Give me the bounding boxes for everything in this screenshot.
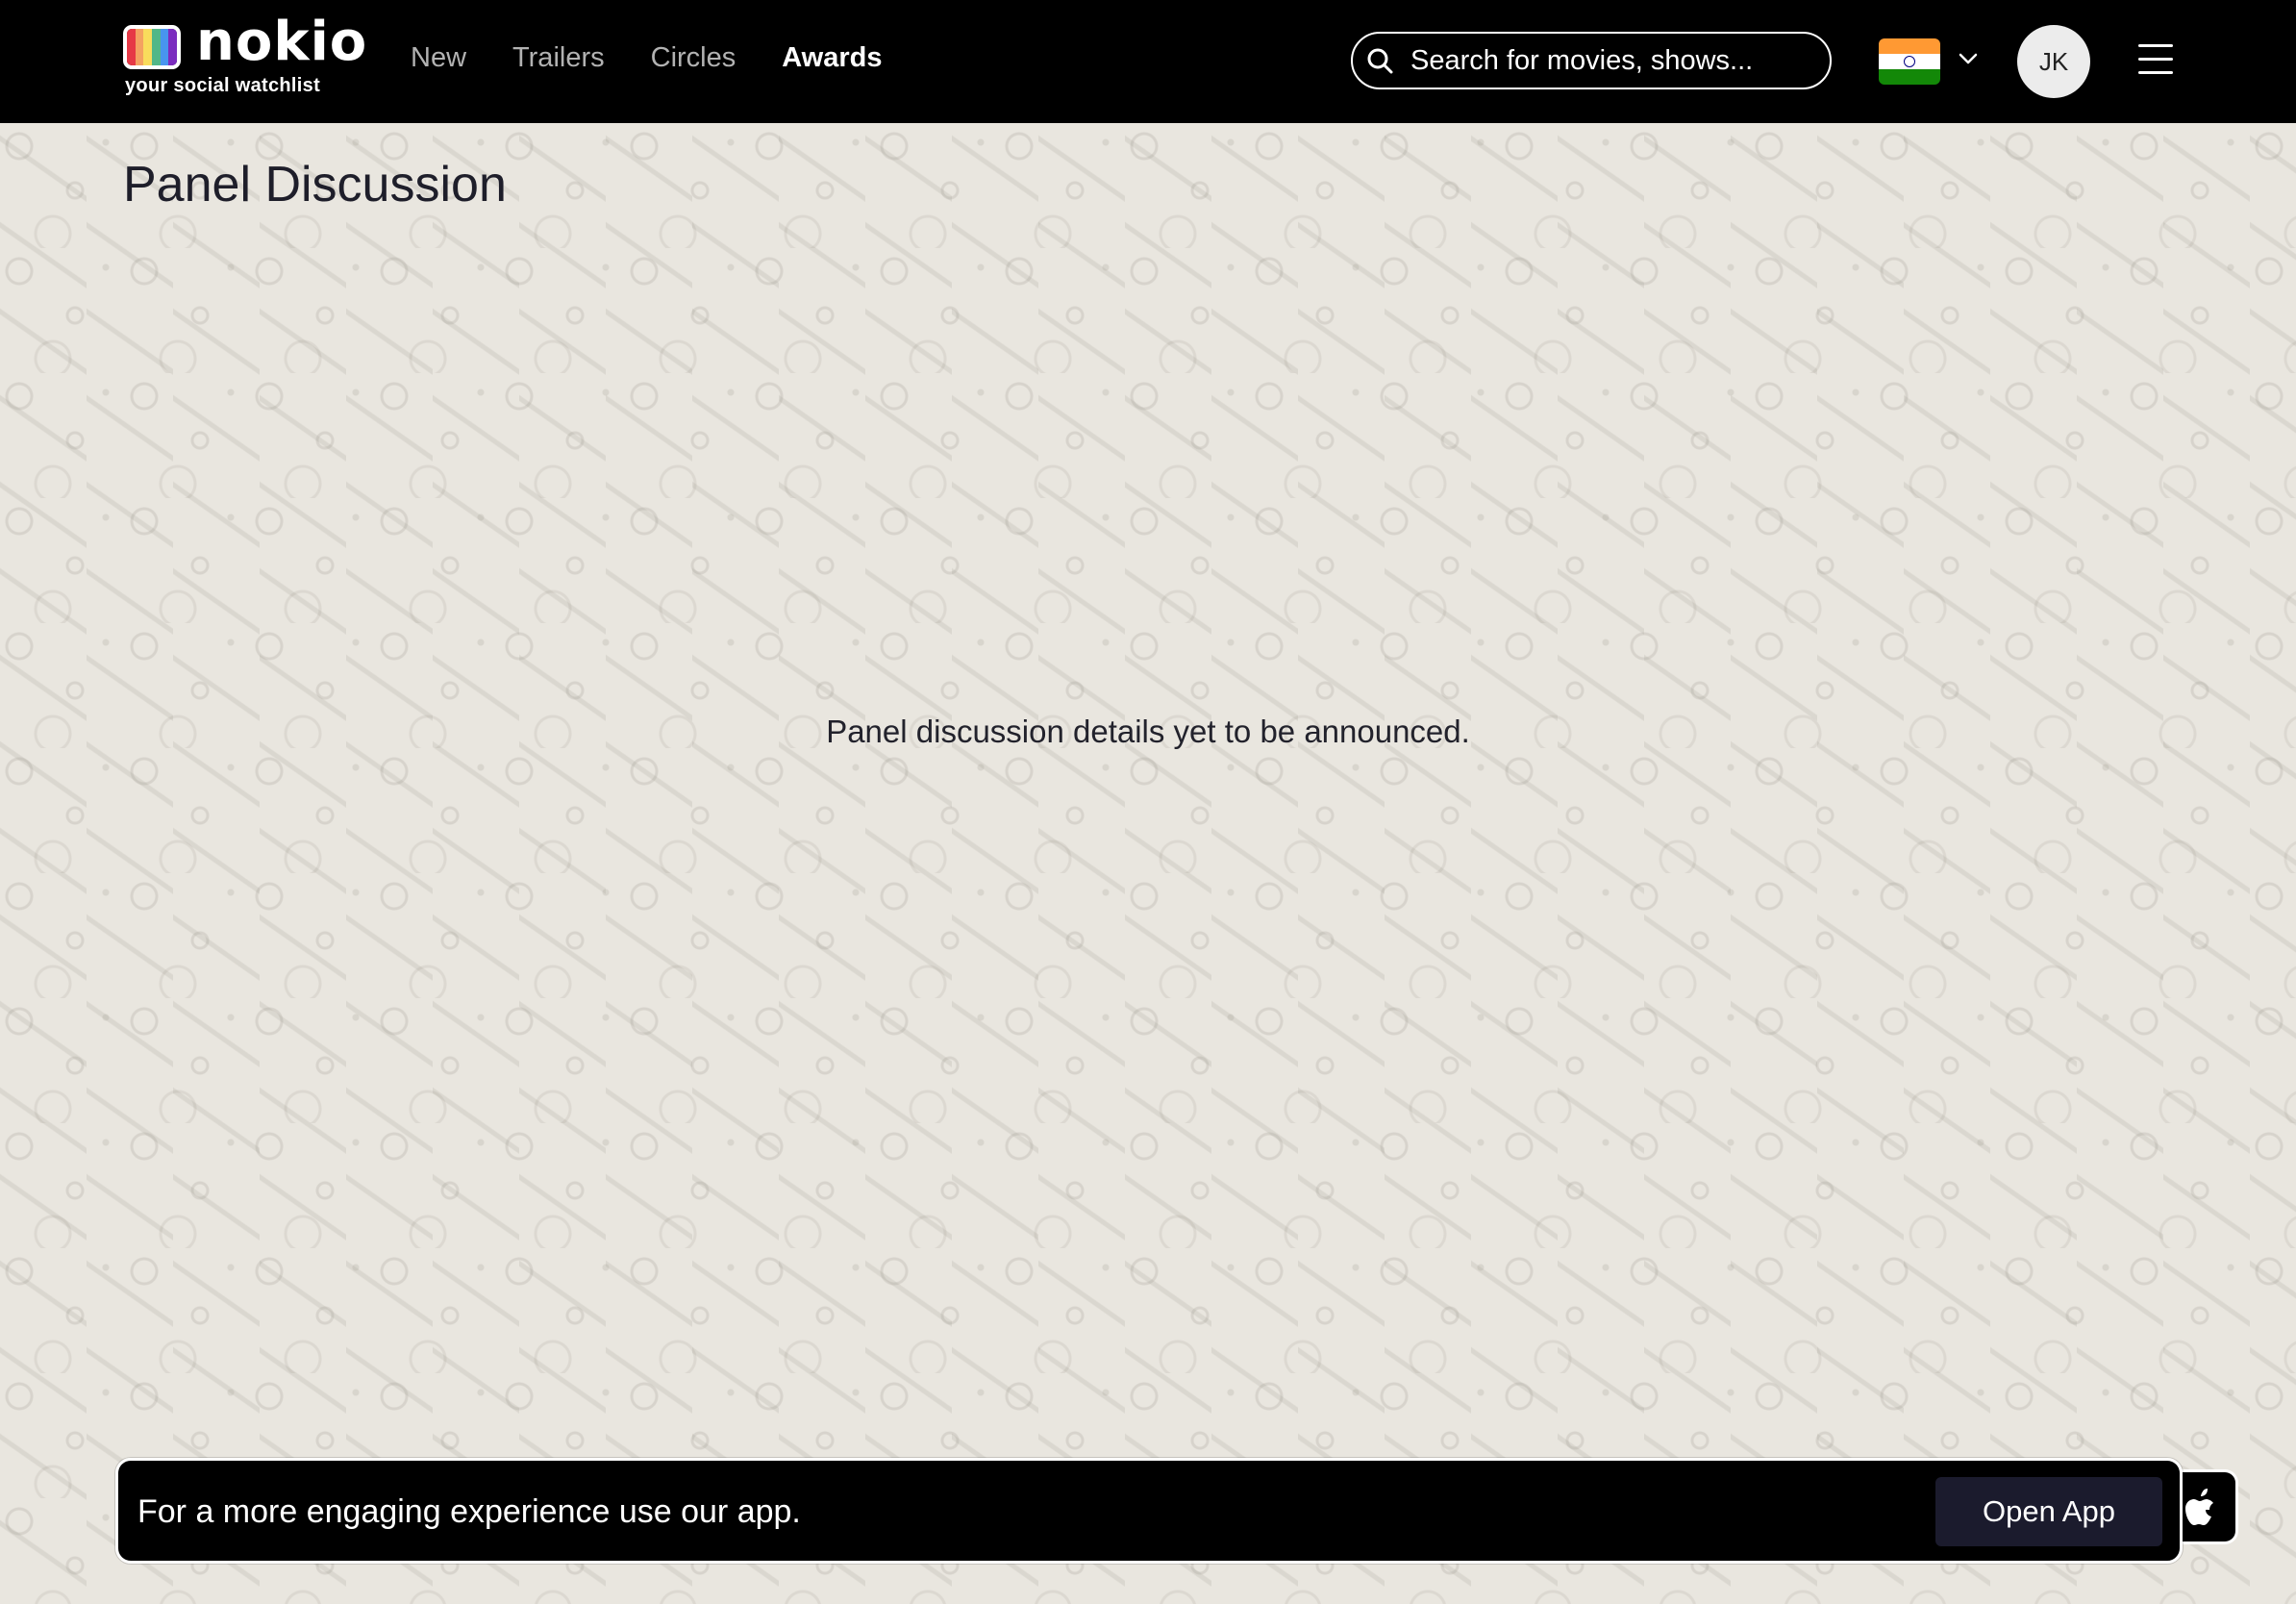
doodle-background bbox=[0, 123, 2296, 1604]
nokio-logo[interactable]: nokio your social watchlist bbox=[123, 15, 366, 100]
main-nav: New Trailers Circles Awards bbox=[411, 42, 928, 74]
open-app-button[interactable]: Open App bbox=[1935, 1477, 2162, 1546]
app-promo-banner: For a more engaging experience use our a… bbox=[115, 1458, 2183, 1564]
search-icon bbox=[1367, 48, 1393, 74]
logo-tagline: your social watchlist bbox=[125, 75, 321, 96]
chevron-down-icon[interactable] bbox=[1958, 52, 1979, 65]
app-promo-text: For a more engaging experience use our a… bbox=[137, 1493, 801, 1530]
nav-trailers[interactable]: Trailers bbox=[512, 42, 605, 74]
nav-new[interactable]: New bbox=[411, 42, 466, 74]
search-box[interactable] bbox=[1351, 32, 1832, 89]
user-avatar[interactable]: JK bbox=[2017, 25, 2090, 98]
apple-icon bbox=[2185, 1489, 2213, 1525]
top-header: nokio your social watchlist New Trailers… bbox=[0, 0, 2296, 123]
hamburger-menu-icon[interactable] bbox=[2138, 44, 2173, 75]
tv-logo-icon bbox=[123, 25, 181, 69]
nav-awards[interactable]: Awards bbox=[782, 42, 882, 74]
search-input[interactable] bbox=[1410, 41, 1814, 80]
nav-circles[interactable]: Circles bbox=[651, 42, 736, 74]
page-title: Panel Discussion bbox=[123, 157, 507, 213]
logo-wordmark: nokio bbox=[196, 11, 368, 73]
empty-state-message: Panel discussion details yet to be annou… bbox=[826, 714, 1470, 749]
india-flag-icon[interactable] bbox=[1879, 38, 1940, 85]
